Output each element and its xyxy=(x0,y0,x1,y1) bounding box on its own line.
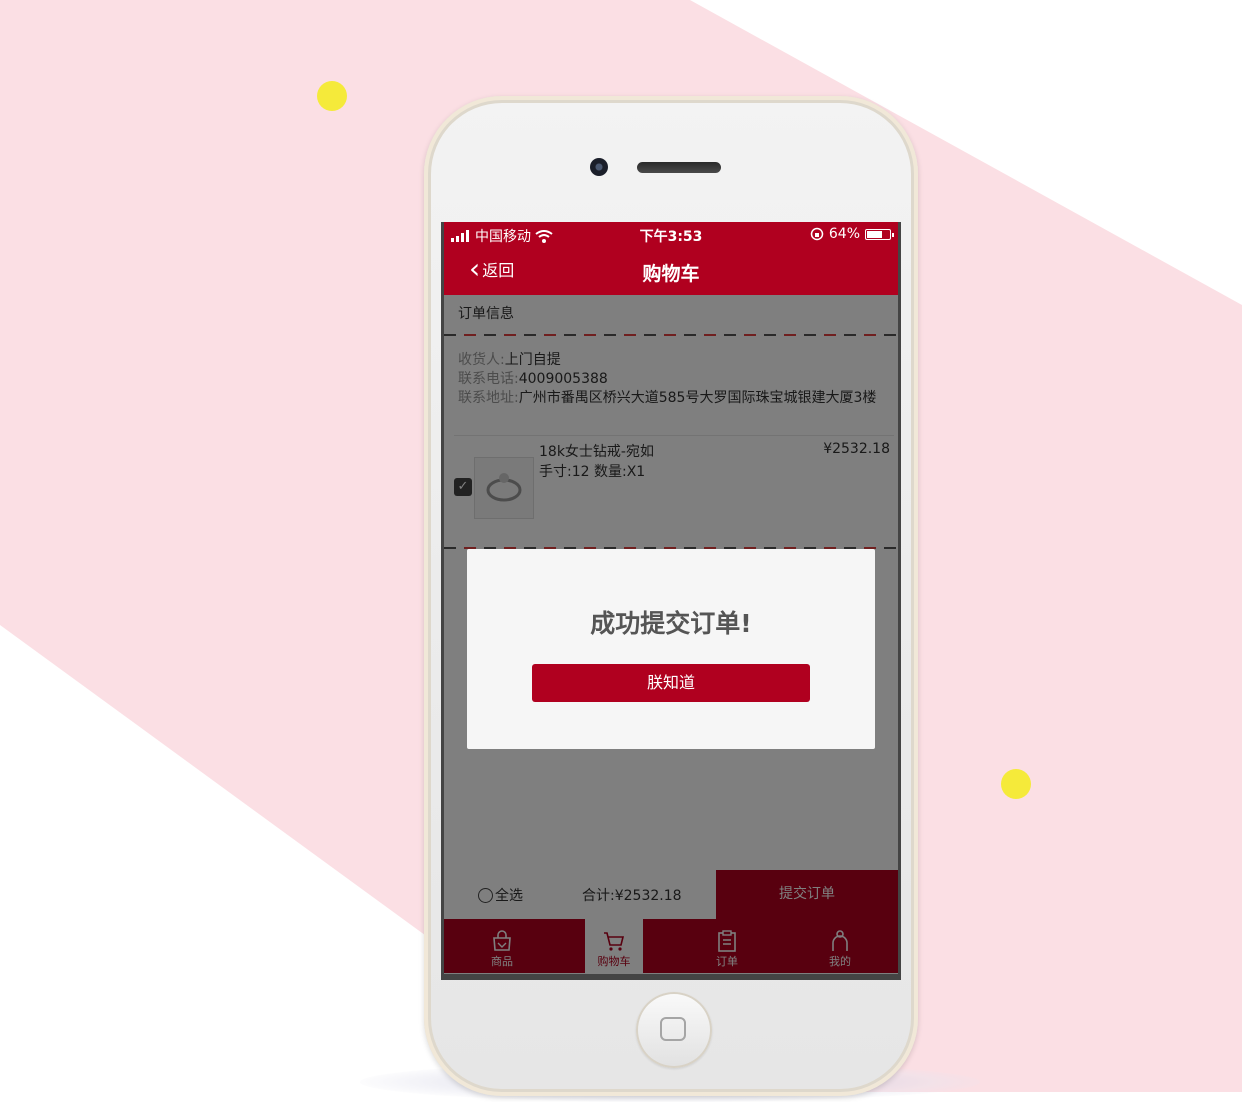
earpiece-speaker xyxy=(637,162,721,173)
front-camera xyxy=(590,158,608,176)
status-bar: 中国移动 下午3:53 64% xyxy=(441,222,901,248)
acknowledge-button[interactable]: 朕知道 xyxy=(532,664,810,702)
phone-screen: 中国移动 下午3:53 64% ‹ 返回 购物车 订单信息 收货人:上门自提 联… xyxy=(441,222,901,980)
decor-dot xyxy=(317,81,347,111)
battery-percent: 64% xyxy=(828,226,860,242)
home-button[interactable] xyxy=(636,992,712,1068)
nav-bar: ‹ 返回 购物车 xyxy=(441,248,901,295)
success-dialog: 成功提交订单! 朕知道 xyxy=(467,549,875,749)
battery-icon xyxy=(865,228,894,240)
page-title: 购物车 xyxy=(642,263,700,285)
home-square-icon xyxy=(660,1017,686,1041)
modal-overlay[interactable]: 成功提交订单! 朕知道 xyxy=(441,295,901,980)
dialog-title: 成功提交订单! xyxy=(590,609,752,638)
orientation-lock-icon xyxy=(810,227,824,241)
decor-dot xyxy=(1001,769,1031,799)
